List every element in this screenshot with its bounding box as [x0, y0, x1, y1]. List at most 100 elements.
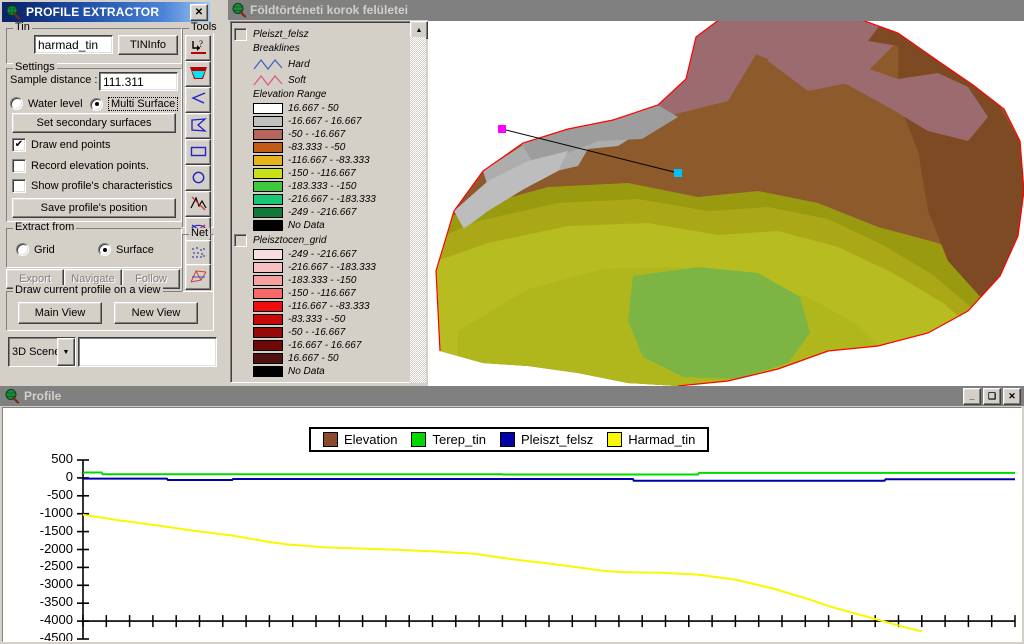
- tin-name-field[interactable]: harmad_tin: [34, 35, 113, 54]
- legend-color-swatch: [253, 275, 283, 286]
- draw-profile-label: Draw current profile on a view: [13, 284, 163, 296]
- legend-class-row: No Data: [231, 219, 425, 232]
- scenes-combo[interactable]: 3D Scenes ▼: [8, 337, 76, 367]
- save-profile-position-button[interactable]: Save profile's position: [12, 198, 176, 218]
- legend-class-row: -116.667 - -83.333: [231, 300, 425, 313]
- scenes-list[interactable]: [78, 337, 217, 367]
- profile-window: Profile _ ❑ ✕ Elevation Terep_tin Pleiszt_…: [0, 386, 1024, 644]
- layer-visibility-checkbox[interactable]: [234, 27, 247, 41]
- surface-radio[interactable]: Surface: [98, 243, 154, 256]
- grid-radio-dot[interactable]: [16, 243, 29, 256]
- legend-class-label: -116.667 - -83.333: [288, 301, 370, 312]
- sample-distance-input[interactable]: 111.311: [99, 72, 178, 91]
- breakline-symbol-icon: [253, 59, 283, 70]
- scroll-track[interactable]: [410, 37, 426, 383]
- net-lines-icon[interactable]: [185, 264, 211, 290]
- draw-end-points-label: Draw end points: [31, 139, 111, 151]
- draw-end-points-checkbox[interactable]: ✔: [12, 138, 26, 152]
- record-elevation-row[interactable]: Record elevation points.: [12, 159, 149, 173]
- profile-extractor-title: PROFILE EXTRACTOR: [26, 5, 160, 19]
- toc-titlebar[interactable]: Földtörténeti korok felületei: [228, 0, 428, 20]
- legend-breakline-label: Soft: [288, 74, 306, 86]
- legend-class-label: -16.667 - 16.667: [288, 116, 362, 127]
- profile-plot-area[interactable]: Elevation Terep_tin Pleiszt_felsz Harmad_ti…: [2, 407, 1022, 642]
- legend-class-row: -216.667 - -183.333: [231, 261, 425, 274]
- show-characteristics-row[interactable]: Show profile's characteristics: [12, 179, 173, 193]
- profile-end-point[interactable]: [674, 169, 682, 177]
- legend-class-row: -249 - -216.667: [231, 206, 425, 219]
- legend-class-row: -50 - -16.667: [231, 326, 425, 339]
- terrain-contour-map[interactable]: [428, 21, 1024, 386]
- identify-profile-icon[interactable]: ?: [185, 35, 211, 61]
- window-buttons: _ ❑ ✕: [963, 388, 1021, 405]
- legend-color-swatch: [253, 353, 283, 364]
- grid-radio[interactable]: Grid: [16, 243, 55, 256]
- legend-color-swatch: [253, 262, 283, 273]
- legend-layer-row[interactable]: Pleiszt_felsz: [234, 26, 425, 42]
- legend-class-row: -50 - -16.667: [231, 128, 425, 141]
- polyline-icon[interactable]: [185, 87, 211, 113]
- legend-class-label: -183.333 - -150: [288, 275, 357, 286]
- show-characteristics-checkbox[interactable]: [12, 179, 26, 193]
- breakline-symbol-icon: [253, 75, 283, 86]
- globe-magnifier-icon: [6, 4, 21, 20]
- legend-class-label: No Data: [288, 366, 325, 377]
- legend-section-header: Breaklines: [253, 43, 300, 54]
- tools-group-label: Tools: [189, 21, 219, 33]
- legend-color-swatch: [253, 249, 283, 260]
- legend-breakline-label: Hard: [288, 58, 310, 70]
- legend-class-label: -50 - -16.667: [288, 327, 346, 338]
- water-level-label: Water level: [28, 97, 83, 110]
- tin-group-label: Tin: [13, 21, 32, 33]
- record-elevation-checkbox[interactable]: [12, 159, 26, 173]
- net-group-label: Net: [189, 227, 211, 239]
- close-button[interactable]: ✕: [1003, 388, 1021, 405]
- rectangle-icon[interactable]: [185, 139, 211, 165]
- profile-window-title: Profile: [24, 389, 62, 403]
- new-view-button[interactable]: New View: [114, 302, 198, 324]
- tininfo-button[interactable]: TINInfo: [118, 35, 178, 55]
- legend-layer-name: Pleiszt_felsz: [253, 28, 309, 40]
- profile-chart[interactable]: [3, 408, 1022, 642]
- map-titlebar: [428, 0, 1024, 20]
- net-points-icon[interactable]: [185, 240, 211, 266]
- surface-radio-dot[interactable]: [98, 243, 111, 256]
- app-root: PROFILE EXTRACTOR ✕ Tin harmad_tin TINIn…: [0, 0, 1024, 644]
- legend-class-label: -83.333 - -50: [288, 314, 346, 325]
- layer-visibility-checkbox[interactable]: [234, 233, 247, 247]
- legend-class-label: -16.667 - 16.667: [288, 340, 362, 351]
- toc-window: Földtörténeti korok felületei Pleiszt_fe…: [228, 0, 428, 386]
- circle-icon[interactable]: [185, 165, 211, 191]
- draw-end-points-row[interactable]: ✔ Draw end points: [12, 138, 111, 152]
- legend-color-swatch: [253, 301, 283, 312]
- set-secondary-surfaces-button[interactable]: Set secondary surfaces: [12, 113, 176, 133]
- minimize-button[interactable]: _: [963, 388, 981, 405]
- legend-layer-row[interactable]: Pleisztocen_grid: [234, 232, 425, 248]
- toc-scrollbar[interactable]: ▲: [410, 21, 428, 383]
- legend-class-label: -50 - -16.667: [288, 129, 346, 140]
- water-fill-icon[interactable]: [185, 61, 211, 87]
- legend-color-swatch: [253, 288, 283, 299]
- legend-list: Pleiszt_felsz Breaklines Hard Soft Elevation…: [231, 22, 425, 378]
- multi-surface-radio[interactable]: Multi Surface: [90, 97, 179, 111]
- water-level-radio[interactable]: Water level: [10, 97, 83, 110]
- profile-graph-icon[interactable]: [185, 191, 211, 217]
- main-view-button[interactable]: Main View: [18, 302, 102, 324]
- legend-class-row: -116.667 - -83.333: [231, 154, 425, 167]
- sample-distance-label: Sample distance :: [10, 74, 98, 86]
- chevron-down-icon[interactable]: ▼: [57, 338, 75, 366]
- profile-extractor-titlebar[interactable]: PROFILE EXTRACTOR ✕: [2, 2, 210, 22]
- legend-breakline-row: Soft: [231, 72, 425, 88]
- legend-class-label: -150 - -116.667: [288, 288, 356, 299]
- map-canvas[interactable]: [428, 21, 1024, 386]
- legend-class-row: -16.667 - 16.667: [231, 115, 425, 128]
- profile-titlebar[interactable]: Profile _ ❑ ✕: [0, 386, 1024, 406]
- polygon-icon[interactable]: [185, 113, 211, 139]
- close-button[interactable]: ✕: [190, 4, 208, 21]
- legend-color-swatch: [253, 194, 283, 205]
- multi-surface-radio-dot[interactable]: [90, 97, 103, 111]
- legend-class-row: -16.667 - 16.667: [231, 339, 425, 352]
- maximize-button[interactable]: ❑: [983, 388, 1001, 405]
- profile-start-point[interactable]: [498, 125, 506, 133]
- water-level-radio-dot[interactable]: [10, 97, 23, 110]
